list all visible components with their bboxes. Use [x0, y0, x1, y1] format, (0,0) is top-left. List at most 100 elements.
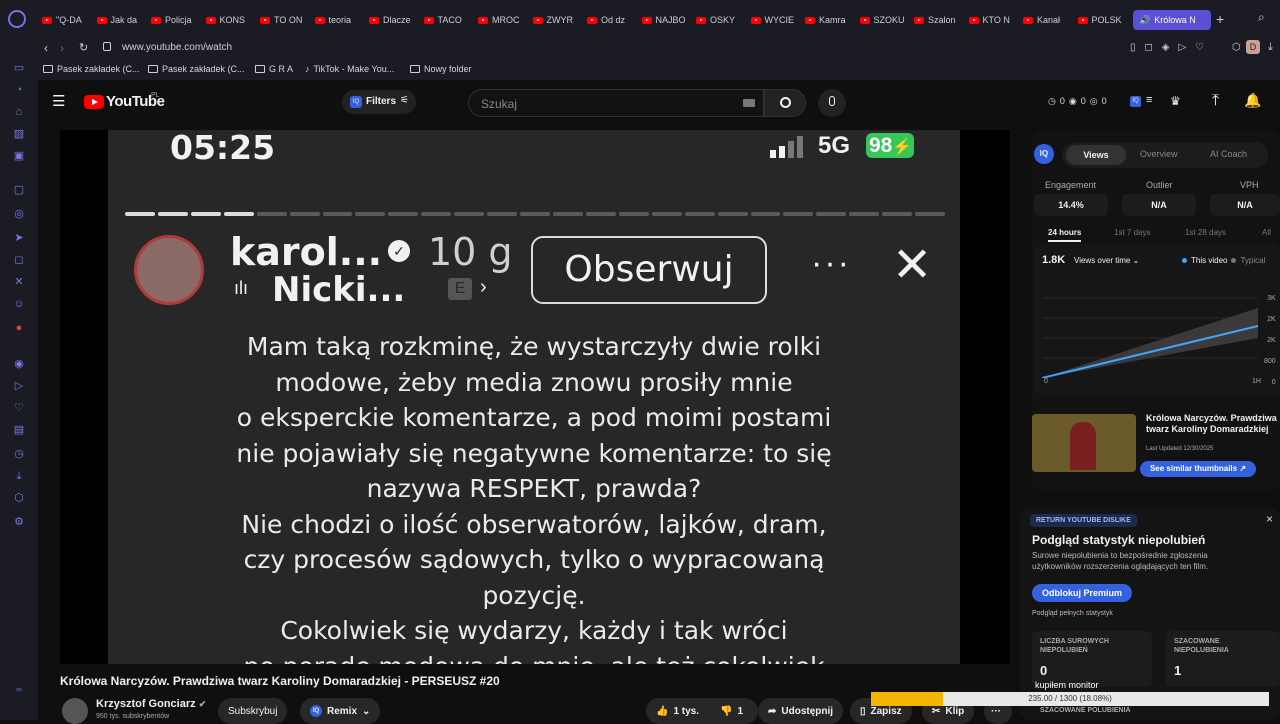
menu-icon[interactable]: ☰	[52, 94, 65, 110]
list-icon[interactable]: ≡	[1146, 94, 1152, 106]
profile-avatar[interactable]: D	[1246, 40, 1260, 54]
unlock-premium-button[interactable]: Odblokuj Premium	[1032, 584, 1132, 602]
subscribe-button[interactable]: Subskrybuj	[218, 698, 288, 724]
bookmark-item[interactable]: Pasek zakładek (C...	[148, 64, 245, 74]
browser-tab[interactable]: KONS	[205, 10, 256, 30]
instagram-icon[interactable]: ◻	[12, 254, 26, 266]
browser-tab[interactable]: SZOKU	[859, 10, 910, 30]
aria-icon[interactable]: ◔	[12, 84, 26, 96]
search-tabs-icon[interactable]: ⌕	[1258, 10, 1265, 25]
search-button[interactable]	[764, 89, 806, 117]
twitch-icon[interactable]: ▢	[12, 184, 26, 196]
close-icon[interactable]: ×	[1266, 512, 1273, 526]
player-icon[interactable]: ▷	[12, 380, 26, 392]
search-input[interactable]: Szukaj	[468, 89, 764, 117]
home-icon[interactable]: ▭	[12, 62, 26, 74]
extensions-icon[interactable]: ⬡	[1232, 42, 1241, 53]
share-button[interactable]: ➦ Udostępnij	[758, 698, 844, 724]
browser-tab[interactable]: Od dz	[587, 10, 637, 30]
more-icon[interactable]: ∞	[12, 684, 26, 696]
button-label: See similar thumbnails	[1149, 464, 1238, 473]
browser-tab[interactable]: POLSK	[1077, 10, 1128, 30]
tab-views[interactable]: Views	[1066, 145, 1126, 165]
extension-icon[interactable]: ♛	[1170, 94, 1181, 108]
browser-tab[interactable]: NAJBO	[641, 10, 692, 30]
channel-avatar[interactable]	[62, 698, 88, 724]
opera-logo-icon[interactable]	[8, 10, 26, 28]
browser-tab[interactable]: Kanał	[1023, 10, 1073, 30]
extensions-sidebar-icon[interactable]: ⬡	[12, 492, 26, 504]
url-field[interactable]: www.youtube.com/watch	[122, 42, 232, 53]
settings-icon[interactable]: ⚙	[12, 516, 26, 528]
shopping-icon[interactable]: ⌂	[12, 106, 26, 118]
telegram-icon[interactable]: ➤	[12, 232, 26, 244]
video-player[interactable]: 05:25 5G 98⚡ karol... ✓ 10 g ılı Nicki..…	[60, 130, 1010, 664]
messenger-chat-icon[interactable]: ◎	[12, 208, 26, 220]
range-7d[interactable]: 1st 7 days	[1114, 228, 1150, 237]
browser-tab[interactable]: ZWYR	[532, 10, 583, 30]
browser-tab[interactable]: OSKY	[696, 10, 746, 30]
browser-tab[interactable]: TO ON	[260, 10, 310, 30]
views-chart-card: 1.8K Views over time ⌄ This video Typica…	[1034, 244, 1280, 396]
wallet-icon[interactable]: ▤	[12, 424, 26, 436]
heart-icon[interactable]: ♡	[12, 402, 26, 414]
bookmark-item[interactable]: Nowy folder	[410, 64, 472, 74]
upload-icon[interactable]: ⤒	[1212, 92, 1219, 110]
dislike-button[interactable]: 👎 1	[710, 698, 758, 724]
browser-tab[interactable]: Kamra	[805, 10, 855, 30]
voice-search-button[interactable]	[818, 89, 846, 117]
browser-tab[interactable]: Szalon	[914, 10, 964, 30]
video-thumbnail[interactable]	[1032, 414, 1136, 472]
messenger-icon[interactable]: ▣	[12, 150, 26, 162]
y-tick: 3K	[1267, 295, 1276, 302]
browser-tab[interactable]: MROC	[478, 10, 528, 30]
tab-overview[interactable]: Overview	[1140, 149, 1178, 159]
see-similar-thumbnails-button[interactable]: See similar thumbnails ↗	[1140, 461, 1256, 477]
views-dropdown[interactable]: Views over time ⌄	[1074, 256, 1139, 265]
tab-active[interactable]: 🔊 Królowa N	[1133, 10, 1211, 30]
downloads-icon[interactable]: ⤓	[12, 470, 26, 482]
history-icon[interactable]: ◷	[12, 448, 26, 460]
reload-icon[interactable]: ↻	[79, 41, 88, 54]
story-text-line: czy procesów sądowych, tylko o wypracowa…	[243, 545, 825, 574]
browser-tab[interactable]: teoria	[314, 10, 365, 30]
notifications-icon[interactable]: 🔔	[1244, 92, 1261, 109]
discord-icon[interactable]: ☺	[12, 298, 26, 310]
vk-icon[interactable]: ●	[12, 322, 26, 334]
youtube-logo-icon[interactable]	[84, 95, 104, 109]
browser-tab[interactable]: WYCIE	[750, 10, 801, 30]
iq-icon[interactable]: IQ	[1130, 96, 1141, 107]
channel-name-row[interactable]: Krzysztof Gonciarz ✔	[96, 698, 206, 710]
lock-icon[interactable]	[103, 42, 111, 51]
x-icon[interactable]: ✕	[12, 276, 26, 288]
range-all[interactable]: All	[1262, 228, 1271, 237]
browser-tab[interactable]: TACO	[423, 10, 474, 30]
tab-label: Królowa N	[1154, 15, 1196, 25]
full-stats-link[interactable]: Podgląd pełnych statystyk	[1032, 610, 1113, 617]
browser-tab[interactable]: Dlacze	[369, 10, 419, 30]
back-icon[interactable]: ‹	[44, 41, 48, 55]
scissors-icon: ✂	[932, 705, 941, 717]
browser-tab[interactable]: Policja	[151, 10, 201, 30]
bookmark-item[interactable]: Pasek zakładek (C...	[43, 64, 140, 74]
bookmark-item[interactable]: G R A	[255, 64, 293, 74]
download-icon[interactable]: ⤓	[1268, 41, 1273, 54]
remix-button[interactable]: IQ Remix ⌄	[300, 698, 381, 724]
address-bar-actions[interactable]: ▯◻◈▷♡	[1130, 42, 1213, 53]
charging-icon: ⚡	[892, 139, 913, 156]
spotify-icon[interactable]: ◉	[12, 358, 26, 370]
gx-icon[interactable]: ▨	[12, 128, 26, 140]
range-24h[interactable]: 24 hours	[1048, 228, 1082, 242]
vidiq-panel: IQ Views Overview AI Coach Engagement Ou…	[1032, 130, 1280, 490]
bookmark-item[interactable]: ♪ TikTok - Make You...	[305, 64, 394, 74]
browser-tab[interactable]: KTO N	[968, 10, 1019, 30]
new-tab-button[interactable]: +	[1216, 11, 1224, 27]
story-segment	[355, 212, 386, 216]
browser-tab[interactable]: "Q-DA	[42, 10, 92, 30]
range-28d[interactable]: 1st 28 days	[1185, 228, 1226, 237]
filters-button[interactable]: IQ Filters ⚟	[342, 90, 416, 114]
forward-icon[interactable]: ›	[60, 41, 64, 55]
browser-tab[interactable]: Jak da	[96, 10, 147, 30]
tab-ai-coach[interactable]: AI Coach	[1210, 149, 1247, 159]
keyboard-icon[interactable]	[743, 99, 755, 107]
